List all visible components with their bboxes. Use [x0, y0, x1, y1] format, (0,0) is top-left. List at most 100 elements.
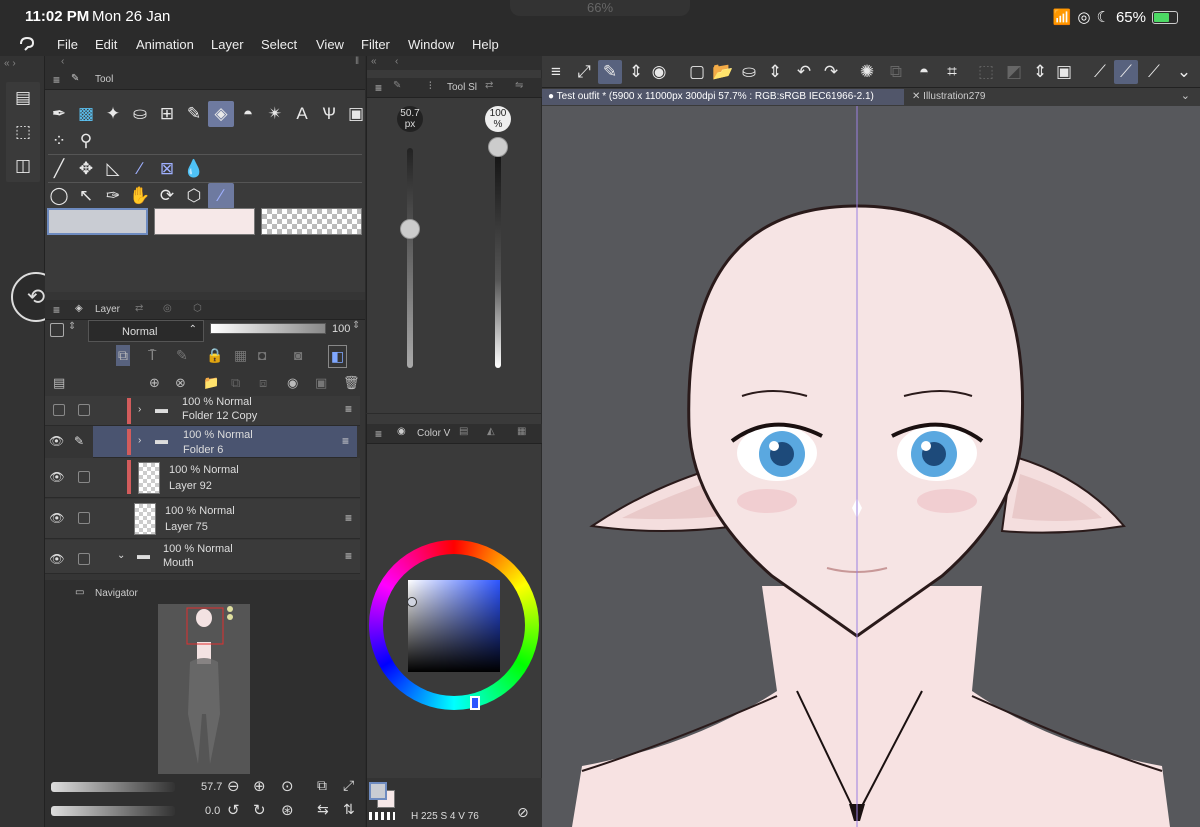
fit-icon[interactable]: ⧉: [317, 777, 327, 794]
layer-menu-icon[interactable]: ▤: [53, 375, 65, 391]
new-folder-icon[interactable]: 📁: [203, 375, 219, 391]
lock-alpha-icon[interactable]: ▦: [234, 347, 247, 364]
mask-layer-icon[interactable]: ◉: [287, 375, 298, 391]
tab-icon-a[interactable]: ⇄: [135, 303, 143, 314]
panel-menu-icon[interactable]: ≡: [375, 427, 382, 441]
expand-icon[interactable]: ⤢: [343, 777, 354, 794]
brush-size-slider[interactable]: [407, 148, 413, 368]
fullscreen-icon[interactable]: ⤢: [572, 60, 596, 84]
edit-checkbox[interactable]: [78, 553, 90, 565]
hand-icon[interactable]: ✋: [127, 183, 153, 209]
zoom-in-icon[interactable]: ⊕: [253, 777, 266, 795]
vector-pen-icon[interactable]: ✑: [100, 183, 126, 209]
collapse-chevron-icon[interactable]: ⌄: [117, 550, 125, 561]
app-logo-icon[interactable]: [18, 35, 36, 53]
reference-icon[interactable]: ⍑: [148, 347, 156, 364]
updown-icon[interactable]: ⇕: [624, 60, 648, 84]
arrows-icon[interactable]: ⇕: [763, 60, 787, 84]
fill-bucket-icon[interactable]: ◓: [912, 60, 936, 84]
layer-row-menu-icon[interactable]: ≡: [342, 434, 349, 448]
blend-mode-select[interactable]: Normal ⌃: [88, 320, 204, 342]
brush-mode-icon[interactable]: ⟋: [1114, 60, 1138, 84]
ruler-tool-icon[interactable]: ⟋: [1088, 60, 1112, 84]
menu-layer[interactable]: Layer: [211, 37, 244, 52]
lasso-icon[interactable]: ◯: [46, 183, 72, 209]
menu-animation[interactable]: Animation: [136, 37, 194, 52]
hue-picker[interactable]: [470, 696, 480, 710]
spray-icon[interactable]: ⁘: [46, 128, 72, 154]
fill-icon[interactable]: ◓: [235, 101, 261, 127]
clip-icon[interactable]: ⧉: [116, 345, 130, 366]
grid-icon[interactable]: ⊞: [154, 101, 180, 127]
layer-color-box[interactable]: [50, 323, 64, 337]
edit-checkbox[interactable]: [78, 404, 90, 416]
pen-blue-icon[interactable]: ∕: [127, 156, 153, 182]
color-slider-tab-icon[interactable]: ▤: [459, 426, 468, 437]
snap-icon[interactable]: ⟋: [1142, 60, 1166, 84]
eye-icon[interactable]: 👁: [49, 434, 64, 448]
grass-icon[interactable]: Ѱ: [316, 101, 342, 127]
material-icon[interactable]: ⬚: [11, 120, 35, 144]
color-set-tab-icon[interactable]: ◭: [487, 426, 495, 437]
selection-icon[interactable]: ▩: [73, 101, 99, 127]
eye-icon[interactable]: 👁: [49, 511, 65, 527]
reset-rotation-icon[interactable]: ⊛: [281, 801, 294, 819]
layer-row[interactable]: 👁 100 % Normal Layer 75 ≡: [45, 499, 360, 539]
tab-icon-c[interactable]: ⬡: [193, 303, 202, 314]
collapse-right-icon[interactable]: ‹: [395, 56, 398, 67]
invert-icon[interactable]: ◩: [1002, 60, 1026, 84]
brush-size-knob[interactable]: [400, 219, 420, 239]
sv-square[interactable]: [408, 580, 500, 672]
eraser-icon[interactable]: ◈: [208, 101, 234, 127]
tab-close-icon[interactable]: ●: [548, 91, 557, 102]
transform-icon[interactable]: ⧉: [884, 60, 908, 84]
edit-checkbox[interactable]: [78, 471, 90, 483]
menu-edit[interactable]: Edit: [95, 37, 117, 52]
record-icon[interactable]: ◉: [647, 60, 671, 84]
menu-select[interactable]: Select: [261, 37, 297, 52]
pen-icon[interactable]: ✒: [46, 101, 72, 127]
undo-icon[interactable]: ↶: [792, 60, 816, 84]
menu-view[interactable]: View: [316, 37, 344, 52]
main-color-swatch[interactable]: [47, 208, 148, 235]
expand-left-icon[interactable]: «: [371, 56, 377, 67]
new-raster-icon[interactable]: ⊕: [149, 375, 160, 391]
panel-menu-icon[interactable]: ≡: [53, 73, 60, 87]
line-icon[interactable]: ╱: [46, 156, 72, 182]
3d-icon[interactable]: ⬡: [181, 183, 207, 209]
new-vector-icon[interactable]: ⊗: [175, 375, 186, 391]
updown-icon-2[interactable]: ⇕: [1028, 60, 1052, 84]
select-all-icon[interactable]: ▣: [1052, 60, 1076, 84]
tab-icon-d[interactable]: ⇄: [485, 80, 493, 91]
zoom-slider[interactable]: [51, 782, 175, 792]
eyedropper-icon[interactable]: ⚲: [73, 128, 99, 154]
menu-file[interactable]: File: [57, 37, 78, 52]
blend-icon[interactable]: 💧: [181, 156, 207, 182]
rotation-slider[interactable]: [51, 806, 175, 816]
layer-row-selected[interactable]: › ▬ 100 % Normal Folder 6 ≡: [93, 426, 357, 458]
magic-wand-icon[interactable]: ✴: [262, 101, 288, 127]
expand-chevron-icon[interactable]: ›: [138, 404, 141, 415]
brush-tab-icon[interactable]: ✎: [71, 73, 79, 84]
text-icon[interactable]: A: [289, 101, 315, 127]
sub-tool-tab-icon[interactable]: ✎: [393, 80, 401, 91]
transparent-chip[interactable]: [369, 812, 395, 820]
expand-chevron-icon[interactable]: ›: [138, 435, 141, 446]
main-color-chip[interactable]: [369, 782, 387, 800]
chevron-down-icon[interactable]: ⌄: [1172, 60, 1196, 84]
eye-icon[interactable]: 👁: [49, 552, 65, 568]
navigator-preview[interactable]: [158, 604, 250, 774]
tab-close-icon[interactable]: ✕: [912, 91, 923, 102]
move-icon[interactable]: ✥: [73, 156, 99, 182]
delete-layer-icon[interactable]: 🗑: [343, 375, 360, 391]
tab-illustration[interactable]: ✕ Illustration279: [906, 89, 1046, 105]
eyedropper-small-icon[interactable]: ⊘: [517, 804, 529, 821]
layer-row-menu-icon[interactable]: ≡: [345, 549, 352, 563]
layer-row[interactable]: 👁 ⌄ ▬ 100 % Normal Mouth ≡: [45, 540, 360, 574]
edit-mode-icon[interactable]: ✎: [598, 60, 622, 84]
stop-icon[interactable]: ⊙: [281, 777, 294, 795]
intermediate-tab-icon[interactable]: ▦: [517, 426, 526, 437]
sub-color-swatch[interactable]: [154, 208, 255, 235]
rotate-lasso-icon[interactable]: ⟳: [154, 183, 180, 209]
collapse-arrows-icon[interactable]: « ›: [0, 58, 45, 70]
